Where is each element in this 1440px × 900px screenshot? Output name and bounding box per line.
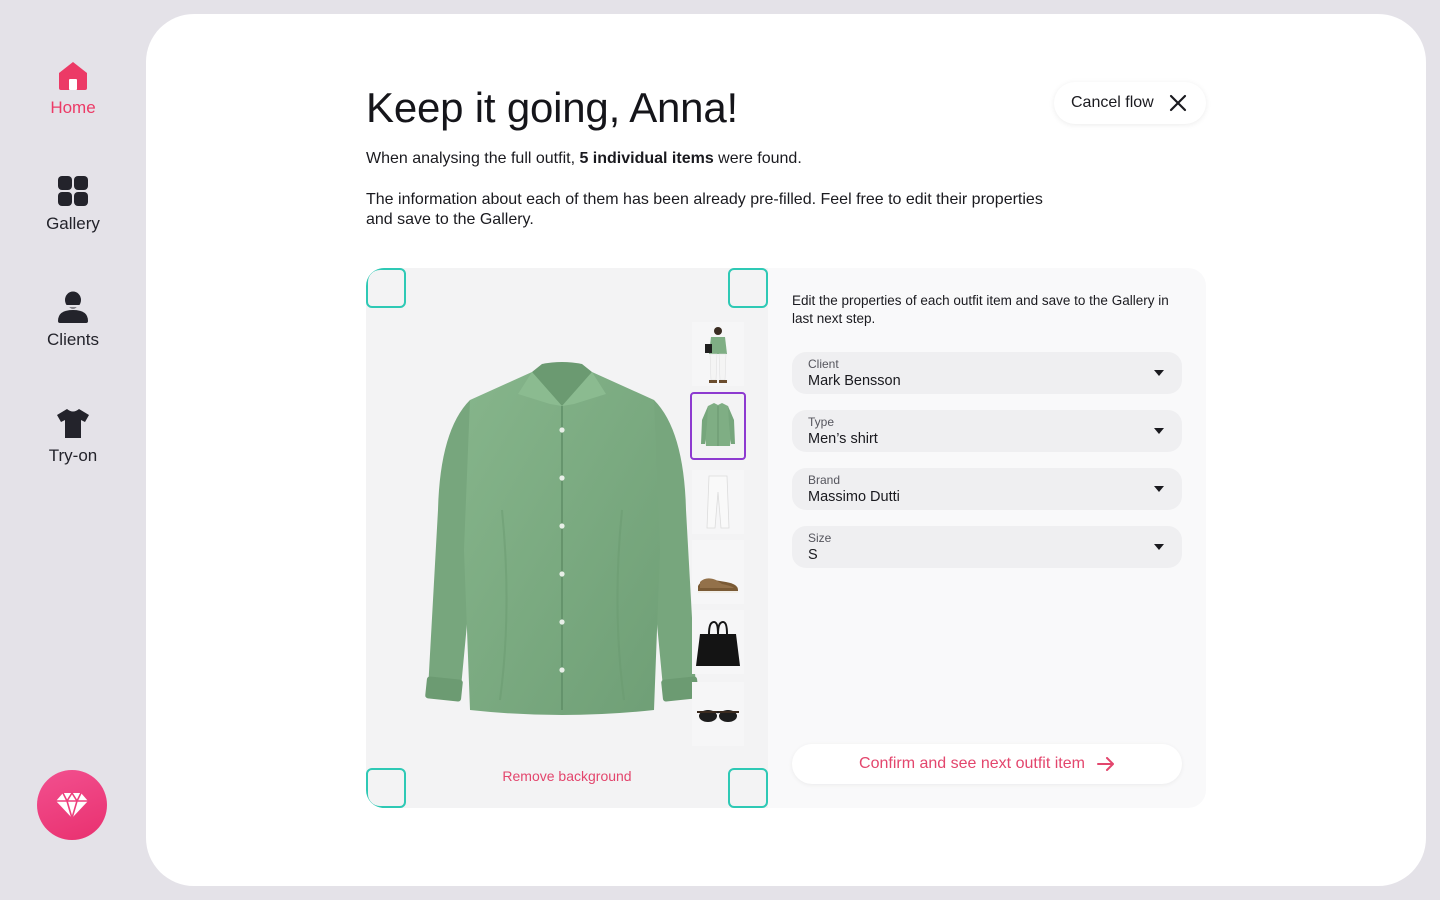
chevron-down-icon [1154,486,1164,492]
grid-icon [58,176,88,206]
trousers-image [706,475,730,529]
shirt-image [425,362,699,715]
crop-handle-top-right[interactable] [728,268,768,308]
thumbnail-bag[interactable] [692,610,744,674]
sidebar-item-gallery[interactable]: Gallery [0,174,146,234]
confirm-next-label: Confirm and see next outfit item [859,755,1085,772]
brand-label: Brand [808,473,841,487]
intro-summary: When analysing the full outfit, 5 indivi… [366,150,802,168]
client-label: Client [808,357,839,371]
sidebar-item-label: Gallery [46,214,100,233]
remove-background-link[interactable]: Remove background [366,768,768,784]
cancel-flow-label: Cancel flow [1071,94,1154,111]
person-icon [58,291,88,323]
app-window: Home Gallery Clients Try-on Keep it goin… [0,0,1440,900]
arrow-right-icon [1096,757,1114,771]
size-value: S [808,547,818,563]
client-value: Mark Bensson [808,373,901,389]
sidebar-item-try-on[interactable]: Try-on [0,406,146,466]
size-label: Size [808,531,832,545]
chevron-down-icon [1154,428,1164,434]
size-select[interactable]: Size S [792,526,1182,568]
type-select[interactable]: Type Men’s shirt [792,410,1182,452]
full-outfit-image [705,327,727,383]
sidebar-item-clients[interactable]: Clients [0,290,146,350]
item-editor: Remove background Edit the properties of… [366,268,1206,808]
tshirt-icon [57,409,89,438]
sidebar-item-label: Clients [47,330,99,349]
brand-select[interactable]: Brand Massimo Dutti [792,468,1182,510]
diamond-icon [56,792,88,819]
items-found-count: 5 individual items [579,150,714,167]
confirm-next-button[interactable]: Confirm and see next outfit item [792,744,1182,784]
premium-button[interactable] [37,770,107,840]
brand-value: Massimo Dutti [808,489,900,505]
sidebar-item-home[interactable]: Home [0,58,146,118]
shirt-thumbnail-image [701,403,735,446]
cancel-flow-button[interactable]: Cancel flow [1054,82,1206,124]
chevron-down-icon [1154,370,1164,376]
sidebar: Home Gallery Clients Try-on [0,0,146,900]
intro-prefix: When analysing the full outfit, [366,150,580,167]
thumbnail-shirt[interactable] [690,392,746,460]
main-card: Keep it going, Anna! Cancel flow When an… [146,14,1426,886]
intro-paragraph: The information about each of them has b… [366,191,1043,228]
thumbnail-sunglasses[interactable] [692,682,744,746]
thumbnail-trousers[interactable] [692,470,744,534]
bag-image [696,620,740,666]
image-crop-area[interactable]: Remove background [366,268,768,808]
intro-suffix: were found. [713,150,802,167]
chevron-down-icon [1154,544,1164,550]
type-value: Men’s shirt [808,431,878,447]
close-icon [1169,94,1187,112]
sunglasses-image [697,710,739,722]
thumbnail-full-outfit[interactable] [692,322,744,386]
form-description: Edit the properties of each outfit item … [792,293,1169,326]
crop-handle-top-left[interactable] [366,268,406,308]
thumbnail-shoes[interactable] [692,540,744,604]
home-icon [59,62,87,90]
shoes-image [698,578,738,593]
page-title: Keep it going, Anna! [366,84,738,131]
type-label: Type [808,415,835,429]
sidebar-item-label: Home [50,98,96,117]
client-select[interactable]: Client Mark Bensson [792,352,1182,394]
sidebar-item-label: Try-on [48,446,98,465]
